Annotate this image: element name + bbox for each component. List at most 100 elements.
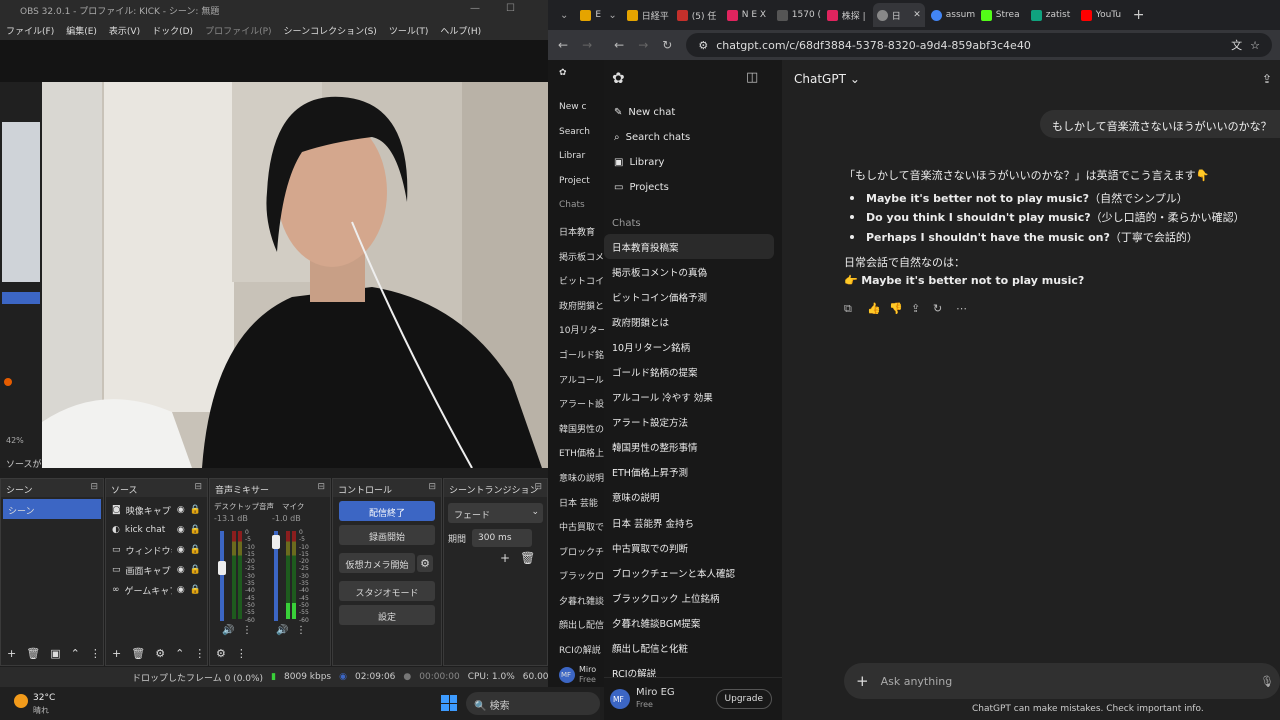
chat-item[interactable]: ビットコイン [548,268,604,293]
chat-item[interactable]: RCIの解説 [548,637,604,662]
chat-item[interactable]: 中古買取での判断 [604,535,774,560]
chat-item[interactable]: 10月リター [548,317,604,342]
menu-view[interactable]: 表示(V) [109,24,140,40]
tab-search-icon[interactable]: ⌄ [554,10,574,21]
dock-menu-icon[interactable]: ⊟ [194,482,202,492]
volume-slider[interactable] [220,531,224,621]
chat-item[interactable]: 10月リターン銘柄 [604,334,774,359]
chat-item[interactable]: 日本教育投稿案 [604,234,774,260]
browser-tab[interactable]: assum [927,3,975,27]
taskbar-search[interactable]: 🔍 検索 [466,692,600,715]
user-menu[interactable]: MF Miro EG Free Upgrade [604,677,782,720]
eye-icon[interactable]: ◉ [177,565,185,575]
chat-item[interactable]: 政府閉鎖とは [604,309,774,334]
copy-icon[interactable]: ⧉ [844,302,852,316]
eye-icon[interactable]: ◉ [177,505,185,515]
settings-button[interactable]: 設定 [339,605,435,625]
more-icon[interactable]: ⋮ [236,647,247,661]
chat-item[interactable]: ゴールド銘柄の提案 [604,359,774,384]
speaker-icon[interactable]: 🔊 [222,625,234,636]
minimize-icon[interactable]: — [470,3,480,14]
remove-transition-icon[interactable]: 🗑 [520,551,535,565]
forward-icon[interactable]: → [582,38,592,52]
chat-item[interactable]: ブラックロック 上位銘柄 [604,585,774,610]
transition-type-select[interactable]: フェード ⌄ [448,503,543,523]
forward-icon[interactable]: → [638,38,648,52]
chat-item[interactable]: 中古買取で [548,514,604,539]
eye-icon[interactable]: ◉ [177,545,185,555]
scene-item[interactable]: シーン [3,499,101,519]
source-item[interactable]: ∞ ゲームキャプ ◉ 🔒 [106,580,207,600]
microphone-icon[interactable]: 🎙 [1260,675,1274,688]
lock-icon[interactable]: 🔒 [190,545,201,555]
composer[interactable]: + Ask anything 🎙 [844,663,1280,699]
new-chat-button[interactable]: ✎ New chat [604,100,782,125]
back-icon[interactable]: ← [558,38,568,52]
chat-item[interactable]: 夕暮れ雑談 [548,588,604,613]
chat-item[interactable]: ブロックチェ [548,539,604,564]
sidebar-nav-item[interactable]: Librar [548,145,604,170]
chat-item[interactable]: 日本 芸能界 金持ち [604,510,774,535]
openai-logo-icon[interactable]: ✿ [612,69,625,87]
tab-search-icon[interactable]: ⌄ [604,10,620,21]
volume-slider-handle[interactable] [218,561,226,575]
search-chats-button[interactable]: ⌕ Search chats [604,125,782,150]
chat-item[interactable]: ETH価格上 [548,440,604,465]
browser-tab[interactable]: 1570 ( [773,3,821,27]
studio-mode-button[interactable]: スタジオモード [339,581,435,601]
site-info-icon[interactable]: ⚙ [698,39,708,52]
translate-icon[interactable]: 文 [1231,37,1242,53]
eye-icon[interactable]: ◉ [177,525,185,535]
chat-item[interactable]: 日本 芸能 [548,490,604,515]
sidebar-nav-item[interactable]: New c [548,96,604,121]
back-icon[interactable]: ← [614,38,624,52]
share-icon[interactable]: ⇪ [911,302,920,315]
volume-slider-handle[interactable] [272,535,280,549]
virtual-camera-settings-icon[interactable]: ⚙ [417,554,433,572]
more-icon[interactable]: ⋮ [296,625,306,636]
browser-tab[interactable]: zatist [1027,3,1075,27]
add-transition-icon[interactable]: + [500,551,510,565]
close-icon[interactable]: ✕ [913,10,921,20]
browser-tab[interactable]: Strea [977,3,1025,27]
chat-item[interactable]: 政府閉鎖と [548,293,604,318]
chat-item[interactable]: 掲示板コメントの真偽 [604,259,774,284]
sidebar-nav-item[interactable]: Search [548,121,604,146]
thumbs-down-icon[interactable]: 👎 [889,302,903,315]
reload-icon[interactable]: ↻ [662,38,672,52]
projects-button[interactable]: ▭ Projects [604,175,782,200]
chat-item[interactable]: ビットコイン価格予測 [604,284,774,309]
menu-scene-collection[interactable]: シーンコレクション(S) [284,24,377,40]
chat-item[interactable]: ゴールド銘柄 [548,342,604,367]
dock-menu-icon[interactable]: ⊟ [90,482,98,492]
library-button[interactable]: ▣ Library [604,150,782,175]
menu-help[interactable]: ヘルプ(H) [440,24,481,40]
browser-tab[interactable]: 株探 | [823,3,871,27]
browser-tab[interactable]: (5) 任 [673,3,721,27]
user-menu[interactable]: MF Miro Free [548,662,604,687]
lock-icon[interactable]: 🔒 [190,585,201,595]
start-icon[interactable] [441,695,457,711]
chat-item[interactable]: 夕暮れ雑談BGM提案 [604,610,774,635]
browser-tab[interactable]: 日経平 [623,3,671,27]
lock-icon[interactable]: 🔒 [190,525,201,535]
lock-icon[interactable]: 🔒 [190,565,201,575]
menu-file[interactable]: ファイル(F) [6,24,54,40]
more-icon[interactable]: ⋯ [956,302,967,315]
source-item[interactable]: ◐ kick chat ◉ 🔒 [106,520,207,540]
chat-item[interactable]: アラート設定方法 [604,410,774,435]
weather-temp[interactable]: 32°C [33,693,55,703]
maximize-icon[interactable]: ☐ [506,3,515,14]
menu-edit[interactable]: 編集(E) [66,24,97,40]
more-icon[interactable]: ⋮ [90,647,101,661]
regenerate-icon[interactable]: ↻ [933,302,942,315]
weather-condition[interactable]: 晴れ [33,705,49,716]
model-selector[interactable]: ChatGPT ⌄ [794,72,860,86]
chat-item[interactable]: 顔出し配信と化粧 [604,636,774,661]
lock-icon[interactable]: 🔒 [190,505,201,515]
browser-tab[interactable]: N E X [723,3,771,27]
menu-profile[interactable]: プロファイル(P) [205,24,271,40]
start-virtual-camera-button[interactable]: 仮想カメラ開始 [339,553,416,573]
speaker-icon[interactable]: 🔊 [276,625,288,636]
menu-tools[interactable]: ツール(T) [389,24,429,40]
